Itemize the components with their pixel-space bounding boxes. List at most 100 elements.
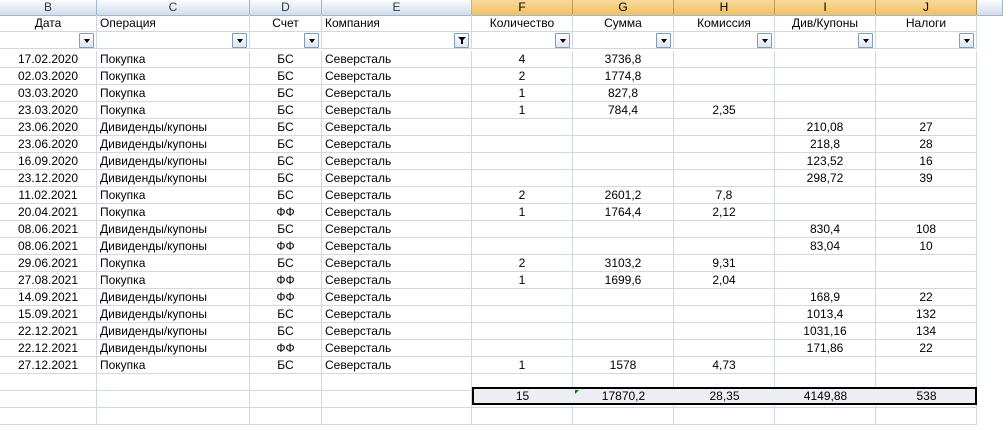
cell-date[interactable]: 23.12.2020 bbox=[0, 170, 97, 187]
cell-acct[interactable]: БС bbox=[250, 51, 322, 68]
empty-cell[interactable] bbox=[97, 391, 250, 408]
cell-company[interactable]: Северсталь bbox=[322, 102, 472, 119]
cell-sum[interactable]: 3736,8 bbox=[573, 51, 674, 68]
cell-date[interactable]: 22.12.2021 bbox=[0, 323, 97, 340]
cell-acct[interactable]: БС bbox=[250, 153, 322, 170]
cell-qty[interactable] bbox=[472, 170, 573, 187]
cell-fee[interactable] bbox=[674, 221, 775, 238]
cell-fee[interactable]: 4,73 bbox=[674, 357, 775, 374]
cell-date[interactable]: 11.02.2021 bbox=[0, 187, 97, 204]
filter-dropdown-button[interactable] bbox=[858, 33, 873, 48]
cell-sum[interactable] bbox=[573, 340, 674, 357]
cell-div[interactable] bbox=[775, 272, 876, 289]
cell-op[interactable]: Покупка bbox=[97, 272, 250, 289]
cell-acct[interactable]: БС bbox=[250, 357, 322, 374]
cell-tax[interactable]: 108 bbox=[876, 221, 977, 238]
empty-cell[interactable] bbox=[322, 391, 472, 408]
cell-date[interactable]: 08.06.2021 bbox=[0, 221, 97, 238]
empty-cell[interactable] bbox=[250, 374, 322, 391]
cell-sum[interactable] bbox=[573, 153, 674, 170]
cell-qty[interactable]: 1 bbox=[472, 357, 573, 374]
cell-op[interactable]: Покупка bbox=[97, 51, 250, 68]
cell-fee[interactable] bbox=[674, 306, 775, 323]
empty-cell[interactable] bbox=[472, 408, 573, 425]
cell-qty[interactable] bbox=[472, 340, 573, 357]
cell-date[interactable]: 23.03.2020 bbox=[0, 102, 97, 119]
cell-tax[interactable] bbox=[876, 272, 977, 289]
cell-op[interactable]: Дивиденды/купоны bbox=[97, 323, 250, 340]
cell-sum[interactable] bbox=[573, 306, 674, 323]
cell-qty[interactable] bbox=[472, 153, 573, 170]
cell-op[interactable]: Дивиденды/купоны bbox=[97, 153, 250, 170]
cell-acct[interactable]: ФФ bbox=[250, 340, 322, 357]
cell-qty[interactable]: 1 bbox=[472, 85, 573, 102]
filter-dropdown-button[interactable] bbox=[304, 33, 319, 48]
cell-date[interactable]: 17.02.2020 bbox=[0, 51, 97, 68]
cell-tax[interactable]: 132 bbox=[876, 306, 977, 323]
cell-tax[interactable]: 28 bbox=[876, 136, 977, 153]
cell-qty[interactable] bbox=[472, 119, 573, 136]
cell-tax[interactable]: 39 bbox=[876, 170, 977, 187]
cell-fee[interactable] bbox=[674, 68, 775, 85]
empty-cell[interactable] bbox=[573, 408, 674, 425]
cell-sum[interactable] bbox=[573, 119, 674, 136]
cell-div[interactable]: 83,04 bbox=[775, 238, 876, 255]
empty-cell[interactable] bbox=[97, 408, 250, 425]
filter-dropdown-button[interactable] bbox=[959, 33, 974, 48]
cell-qty[interactable] bbox=[472, 306, 573, 323]
cell-sum[interactable]: 1699,6 bbox=[573, 272, 674, 289]
cell-tax[interactable]: 10 bbox=[876, 238, 977, 255]
cell-company[interactable]: Северсталь bbox=[322, 272, 472, 289]
cell-op[interactable]: Покупка bbox=[97, 68, 250, 85]
empty-cell[interactable] bbox=[97, 374, 250, 391]
cell-company[interactable]: Северсталь bbox=[322, 85, 472, 102]
cell-op[interactable]: Дивиденды/купоны bbox=[97, 136, 250, 153]
cell-company[interactable]: Северсталь bbox=[322, 170, 472, 187]
cell-acct[interactable]: БС bbox=[250, 68, 322, 85]
cell-sum[interactable] bbox=[573, 221, 674, 238]
cell-acct[interactable]: БС bbox=[250, 102, 322, 119]
cell-acct[interactable]: ФФ bbox=[250, 272, 322, 289]
cell-qty[interactable]: 2 bbox=[472, 68, 573, 85]
cell-op[interactable]: Покупка bbox=[97, 187, 250, 204]
cell-qty[interactable]: 1 bbox=[472, 102, 573, 119]
cell-company[interactable]: Северсталь bbox=[322, 340, 472, 357]
cell-qty[interactable] bbox=[472, 136, 573, 153]
cell-op[interactable]: Покупка bbox=[97, 204, 250, 221]
cell-date[interactable]: 03.03.2020 bbox=[0, 85, 97, 102]
column-letter-b[interactable]: B bbox=[0, 0, 97, 15]
cell-date[interactable]: 22.12.2021 bbox=[0, 340, 97, 357]
cell-company[interactable]: Северсталь bbox=[322, 136, 472, 153]
cell-date[interactable]: 29.06.2021 bbox=[0, 255, 97, 272]
cell-acct[interactable]: ФФ bbox=[250, 204, 322, 221]
cell-div[interactable]: 123,52 bbox=[775, 153, 876, 170]
filter-dropdown-button[interactable] bbox=[757, 33, 772, 48]
cell-div[interactable]: 168,9 bbox=[775, 289, 876, 306]
cell-company[interactable]: Северсталь bbox=[322, 119, 472, 136]
cell-qty[interactable]: 4 bbox=[472, 51, 573, 68]
cell-tax[interactable] bbox=[876, 51, 977, 68]
cell-fee[interactable] bbox=[674, 119, 775, 136]
cell-tax[interactable] bbox=[876, 102, 977, 119]
cell-tax[interactable]: 27 bbox=[876, 119, 977, 136]
cell-sum[interactable] bbox=[573, 289, 674, 306]
cell-op[interactable]: Покупка bbox=[97, 85, 250, 102]
cell-acct[interactable]: БС bbox=[250, 255, 322, 272]
cell-date[interactable]: 20.04.2021 bbox=[0, 204, 97, 221]
cell-sum[interactable]: 1578 bbox=[573, 357, 674, 374]
cell-div[interactable]: 830,4 bbox=[775, 221, 876, 238]
cell-fee[interactable]: 2,12 bbox=[674, 204, 775, 221]
column-letter-g[interactable]: G bbox=[573, 0, 674, 15]
cell-op[interactable]: Дивиденды/купоны bbox=[97, 119, 250, 136]
cell-op[interactable]: Покупка bbox=[97, 102, 250, 119]
cell-sum[interactable] bbox=[573, 136, 674, 153]
cell-op[interactable]: Дивиденды/купоны bbox=[97, 306, 250, 323]
spreadsheet[interactable]: BCDEFGHIJ Дата Операция Счет Компания Количе… bbox=[0, 0, 1003, 430]
cell-sum[interactable]: 784,4 bbox=[573, 102, 674, 119]
cell-fee[interactable] bbox=[674, 323, 775, 340]
cell-fee[interactable]: 2,04 bbox=[674, 272, 775, 289]
cell-tax[interactable]: 22 bbox=[876, 340, 977, 357]
column-letter-d[interactable]: D bbox=[250, 0, 322, 15]
cell-sum[interactable] bbox=[573, 238, 674, 255]
cell-date[interactable]: 23.06.2020 bbox=[0, 136, 97, 153]
